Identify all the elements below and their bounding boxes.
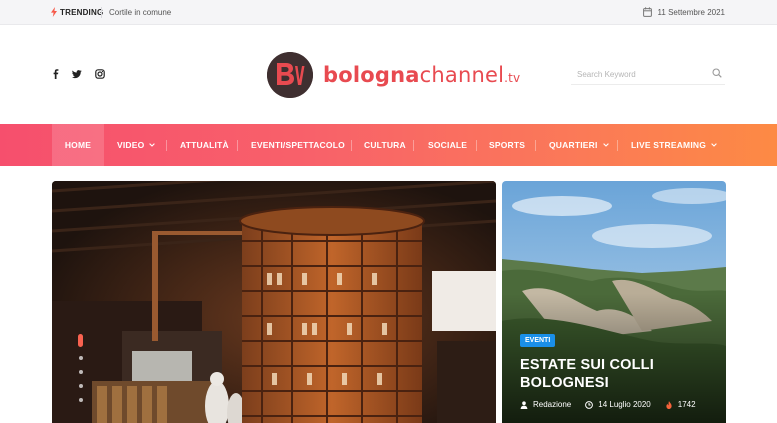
category-badge[interactable]: EVENTI	[520, 334, 556, 347]
chevron-down-icon	[602, 143, 609, 147]
logo-mark-icon	[267, 52, 313, 98]
current-date: 11 Settembre 2021	[657, 7, 725, 17]
nav-divider	[413, 140, 414, 151]
wine-rack-image	[52, 181, 496, 423]
chevron-down-icon	[711, 143, 717, 147]
search-icon[interactable]	[712, 68, 722, 78]
nav-item-label: HOME	[64, 140, 92, 150]
search-input[interactable]	[577, 67, 707, 81]
slide-dot[interactable]	[79, 384, 83, 388]
nav-item-sociale[interactable]: SOCIALE	[428, 124, 467, 166]
hero-slider[interactable]	[52, 181, 496, 423]
slide-dot[interactable]	[79, 370, 83, 374]
nav-divider	[476, 140, 477, 151]
logo-text-secondary: channel	[419, 63, 505, 87]
slide-dot[interactable]	[79, 356, 83, 360]
nav-item-video[interactable]: VIDEO	[117, 124, 156, 166]
nav-item-attualita[interactable]: ATTUALITÀ	[180, 124, 229, 166]
nav-item-sports[interactable]: SPORTS	[489, 124, 525, 166]
slide-dot[interactable]	[79, 398, 83, 402]
bolt-icon	[51, 7, 57, 17]
search-box	[571, 63, 725, 85]
site-header: bolognachannel.tv	[0, 25, 777, 124]
main-nav: HOME VIDEO ATTUALITÀ EVENTI/SPETTACOLO C…	[0, 124, 777, 166]
nav-item-label: ATTUALITÀ	[180, 140, 229, 150]
logo-wordmark: bolognachannel.tv	[323, 63, 520, 87]
article-views: 1742	[677, 400, 696, 409]
trending-item-link[interactable]: Cortile in comune	[109, 8, 171, 17]
nav-item-quartieri[interactable]: QUARTIERI	[549, 124, 609, 166]
nav-divider	[237, 140, 238, 151]
nav-item-label: SPORTS	[489, 140, 526, 150]
user-icon	[520, 400, 528, 409]
nav-item-label: SOCIALE	[428, 140, 468, 150]
nav-item-label: VIDEO	[117, 140, 145, 150]
nav-item-eventi[interactable]: EVENTI/SPETTACOLO	[251, 124, 345, 166]
date-display: 11 Settembre 2021	[642, 7, 725, 17]
facebook-icon[interactable]	[51, 69, 61, 79]
logo-text-main: bologna	[323, 63, 420, 87]
logo-text-suffix: .tv	[504, 71, 521, 85]
site-logo[interactable]: bolognachannel.tv	[267, 52, 520, 98]
logo-mark	[267, 52, 313, 98]
instagram-icon[interactable]	[95, 69, 105, 79]
nav-divider	[166, 140, 167, 151]
nav-item-label: EVENTI/SPETTACOLO	[251, 140, 345, 150]
nav-divider	[535, 140, 536, 151]
calendar-icon	[642, 7, 652, 17]
slide-dot-active[interactable]	[78, 334, 83, 347]
nav-item-home[interactable]: HOME	[52, 124, 104, 166]
nav-item-live-streaming[interactable]: LIVE STREAMING	[631, 124, 717, 166]
chevron-down-icon	[149, 143, 156, 147]
nav-item-label: QUARTIERI	[549, 140, 598, 150]
clock-icon	[585, 400, 594, 409]
article-meta: Redazione 14 Luglio 2020 1742	[520, 400, 696, 409]
nav-item-cultura[interactable]: CULTURA	[364, 124, 406, 166]
trending-label-wrap: TRENDING	[51, 7, 103, 17]
article-title[interactable]: ESTATE SUI COLLI BOLOGNESI	[520, 356, 710, 392]
divider	[101, 7, 102, 18]
twitter-icon[interactable]	[72, 69, 82, 79]
featured-article-card[interactable]: EVENTI ESTATE SUI COLLI BOLOGNESI Redazi…	[502, 181, 726, 423]
nav-divider	[617, 140, 618, 151]
top-bar: TRENDING Cortile in comune 11 Settembre …	[0, 0, 777, 25]
article-date: 14 Luglio 2020	[598, 400, 651, 409]
trending-label: TRENDING	[60, 7, 104, 17]
flame-icon	[666, 400, 672, 409]
nav-divider	[351, 140, 352, 151]
nav-item-label: LIVE STREAMING	[631, 140, 707, 150]
article-author[interactable]: Redazione	[533, 400, 571, 409]
nav-item-label: CULTURA	[364, 140, 406, 150]
